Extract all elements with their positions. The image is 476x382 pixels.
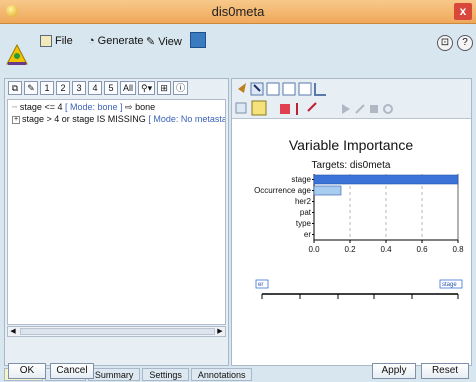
title-bar: dis0meta x — [0, 0, 476, 24]
menu-bar: File ◔ Generate ✎ View ⊡ ? — [0, 24, 476, 76]
variable-importance-chart: Variable Importance Targets: dis0meta stag… — [232, 119, 471, 365]
play-icon — [342, 104, 350, 114]
chart-toolbar-icons — [235, 82, 393, 116]
reset-button[interactable]: Reset — [421, 363, 469, 379]
menu-generate-label: Generate — [97, 35, 144, 47]
color-icon — [280, 104, 290, 114]
tree-toolbar: ⧉ ✎ 1 2 3 4 5 All ⚲▾ ⊞ ⓘ — [5, 79, 228, 97]
pencil-icon — [238, 83, 246, 93]
chaid-logo — [6, 43, 28, 66]
rule-mode: [ Mode: bone ] — [64, 102, 123, 112]
menu-view[interactable]: ✎ View — [146, 35, 182, 49]
level-all-button[interactable]: All — [120, 81, 137, 95]
rule-text: stage > 4 or stage IS MISSING — [22, 114, 146, 124]
tab-annotations[interactable]: Annotations — [190, 368, 253, 381]
tree-row[interactable]: + stage > 4 or stage IS MISSING [ Mode: N… — [12, 114, 226, 124]
window-title: dis0meta — [211, 4, 265, 19]
preview-icon[interactable]: ⊡ — [437, 35, 453, 51]
level-2-button[interactable]: 2 — [56, 81, 70, 95]
chart-title: Variable Importance — [289, 137, 413, 153]
level-1-button[interactable]: 1 — [40, 81, 54, 95]
horizontal-scrollbar[interactable]: ◀ ▶ — [7, 326, 226, 337]
rule-mode: [ Mode: No metastas — [148, 114, 226, 124]
category-label: er — [304, 230, 311, 239]
generate-icon: ◔ — [88, 35, 95, 47]
rule-text: stage <= 4 — [19, 102, 63, 112]
menu-generate[interactable]: ◔ Generate — [88, 35, 144, 47]
bar — [313, 185, 342, 196]
tab-summary[interactable]: Summary — [87, 368, 141, 381]
edit-icon — [235, 102, 247, 114]
scroll-right-icon[interactable]: ▶ — [215, 327, 225, 336]
tree-panel: ⧉ ✎ 1 2 3 4 5 All ⚲▾ ⊞ ⓘ ┈ stage <= 4 [ … — [4, 78, 229, 366]
help-icon[interactable]: ? — [457, 35, 473, 51]
category-label: Occurrence age — [254, 186, 311, 195]
view-icon: ✎ — [146, 36, 156, 48]
chart-subtitle: Targets: dis0meta — [312, 160, 391, 171]
copy-data-icon — [282, 82, 296, 96]
settings-icon — [383, 104, 393, 114]
slider-right-label: stage — [442, 282, 457, 288]
print-icon — [298, 82, 312, 96]
close-button[interactable]: x — [454, 3, 472, 20]
menu-file[interactable]: File — [40, 35, 73, 47]
level-5-button[interactable]: 5 — [104, 81, 118, 95]
x-tick-label: 0.6 — [416, 245, 428, 254]
tree-row[interactable]: ┈ stage <= 4 [ Mode: bone ] ⇨ bone — [12, 102, 155, 113]
copy-chart-icon — [266, 82, 280, 96]
highlight-chart-icon — [251, 100, 267, 116]
expand-chart-icon — [355, 104, 365, 114]
marker-icon — [307, 102, 317, 112]
highlight-icon[interactable]: ✎ — [24, 81, 38, 95]
expand-icon[interactable]: ⊞ — [157, 81, 172, 95]
level-4-button[interactable]: 4 — [88, 81, 102, 95]
category-label: stage — [291, 175, 311, 184]
rule-result: bone — [135, 102, 156, 112]
x-tick-label: 0.0 — [308, 245, 320, 254]
chart-panel: Variable Importance Targets: dis0meta stag… — [231, 78, 472, 366]
rule-tree: ┈ stage <= 4 [ Mode: bone ] ⇨ bone + stag… — [7, 99, 226, 325]
stop-icon — [370, 105, 378, 113]
apply-button[interactable]: Apply — [372, 363, 416, 379]
category-label: type — [296, 219, 312, 228]
line-icon — [296, 103, 298, 115]
chart-toolbar — [232, 79, 471, 119]
cancel-button[interactable]: Cancel — [50, 363, 94, 379]
ok-button[interactable]: OK — [8, 363, 46, 379]
category-label: her2 — [295, 197, 312, 206]
info-icon[interactable]: ⓘ — [173, 81, 189, 95]
filter-icon[interactable]: ⚲▾ — [138, 81, 156, 95]
x-tick-label: 0.4 — [380, 245, 392, 254]
scroll-thumb[interactable] — [20, 328, 215, 335]
bar — [313, 174, 459, 185]
level-3-button[interactable]: 3 — [72, 81, 86, 95]
file-icon — [40, 35, 52, 47]
slider-left-label: er — [258, 282, 263, 288]
graph-button[interactable] — [190, 32, 206, 48]
x-tick-label: 0.2 — [344, 245, 356, 254]
expand-node-icon[interactable]: + — [12, 115, 20, 124]
copy-icon[interactable]: ⧉ — [8, 81, 22, 95]
menu-file-label: File — [55, 35, 73, 47]
axis-icon — [314, 83, 326, 96]
category-label: pat — [300, 208, 312, 217]
x-tick-label: 0.8 — [452, 245, 464, 254]
menu-view-label: View — [158, 35, 182, 48]
arrow-icon: ⇨ — [125, 102, 133, 112]
tab-settings[interactable]: Settings — [142, 368, 189, 381]
scroll-left-icon[interactable]: ◀ — [8, 327, 18, 336]
